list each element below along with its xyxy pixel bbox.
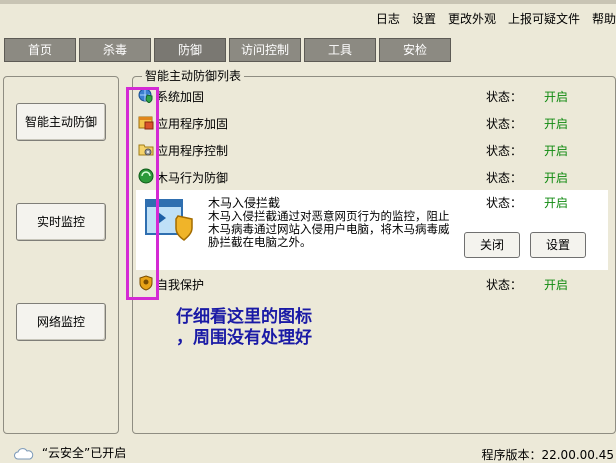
help-link[interactable]: 帮助 xyxy=(592,10,616,28)
status-value[interactable]: 开启 xyxy=(544,115,568,132)
section-title: 智能主动防御列表 xyxy=(142,67,245,84)
status-value[interactable]: 开启 xyxy=(544,88,568,105)
main-tabs: 首页 杀毒 防御 访问控制 工具 安检 xyxy=(4,38,454,62)
tab-defense[interactable]: 防御 xyxy=(154,38,226,62)
close-button[interactable]: 关闭 xyxy=(464,232,520,258)
status-value[interactable]: 开启 xyxy=(544,276,568,293)
item-description: 木马入侵拦截通过对恶意网页行为的监控，阻止木马病毒通过网站入侵用户电脑，将木马病… xyxy=(208,209,450,249)
sidebar-item-active-defense[interactable]: 智能主动防御 xyxy=(16,103,106,141)
status-label: 状态： xyxy=(486,90,523,104)
row-label: 自我保护 xyxy=(156,278,205,292)
list-item-app-hardening[interactable]: 应用程序加固 状态： 开启 xyxy=(136,111,606,135)
tab-access-control[interactable]: 访问控制 xyxy=(229,38,301,62)
tab-tools[interactable]: 工具 xyxy=(304,38,376,62)
row-label: 应用程序加固 xyxy=(156,117,229,131)
list-item-self-protection[interactable]: 自我保护 状态： 开启 xyxy=(136,272,606,296)
status-value[interactable]: 开启 xyxy=(544,194,568,211)
status-label: 状态： xyxy=(486,196,523,210)
sidebar-item-realtime-monitor[interactable]: 实时监控 xyxy=(16,203,106,241)
change-skin-link[interactable]: 更改外观 xyxy=(448,10,496,28)
sidebar-panel: 智能主动防御 实时监控 网络监控 xyxy=(3,76,119,434)
settings-button[interactable]: 设置 xyxy=(530,232,586,258)
status-value[interactable]: 开启 xyxy=(544,142,568,159)
cloud-security-status: “云安全”已开启 xyxy=(14,444,126,461)
tab-security-check[interactable]: 安检 xyxy=(379,38,451,62)
list-item-trojan-defense[interactable]: 木马行为防御 状态： 开启 xyxy=(136,165,606,189)
settings-link[interactable]: 设置 xyxy=(412,10,436,28)
status-label: 状态： xyxy=(486,144,523,158)
row-label: 系统加固 xyxy=(156,90,205,104)
highlight-box xyxy=(126,87,159,300)
tab-antivirus[interactable]: 杀毒 xyxy=(79,38,151,62)
tab-home[interactable]: 首页 xyxy=(4,38,76,62)
top-link-bar: 日志 设置 更改外观 上报可疑文件 帮助 xyxy=(376,10,616,28)
program-version: 程序版本：22.00.00.45 xyxy=(481,448,614,462)
annotation-text: 仔细看这里的图标 ，周围没有处理好 xyxy=(176,307,312,349)
list-item-trojan-intrusion-block[interactable]: 木马入侵拦截 木马入侵拦截通过对恶意网页行为的监控，阻止木马病毒通过网站入侵用户… xyxy=(136,190,608,270)
window-top-edge xyxy=(0,0,616,4)
cloud-icon xyxy=(14,448,34,460)
report-file-link[interactable]: 上报可疑文件 xyxy=(508,10,580,28)
status-value[interactable]: 开启 xyxy=(544,169,568,186)
sidebar-item-network-monitor[interactable]: 网络监控 xyxy=(16,303,106,341)
annotation-line: 仔细看这里的图标 xyxy=(176,307,312,327)
status-label: 状态： xyxy=(486,278,523,292)
row-label: 应用程序控制 xyxy=(156,144,229,158)
cloud-status-text: “云安全”已开启 xyxy=(41,446,127,460)
annotation-line: ，周围没有处理好 xyxy=(176,328,312,348)
list-item-app-control[interactable]: 应用程序控制 状态： 开启 xyxy=(136,138,606,162)
status-label: 状态： xyxy=(486,117,523,131)
status-label: 状态： xyxy=(486,171,523,185)
log-link[interactable]: 日志 xyxy=(376,10,400,28)
row-label: 木马行为防御 xyxy=(156,171,229,185)
list-item-system-hardening[interactable]: 系统加固 状态： 开启 xyxy=(136,84,606,108)
